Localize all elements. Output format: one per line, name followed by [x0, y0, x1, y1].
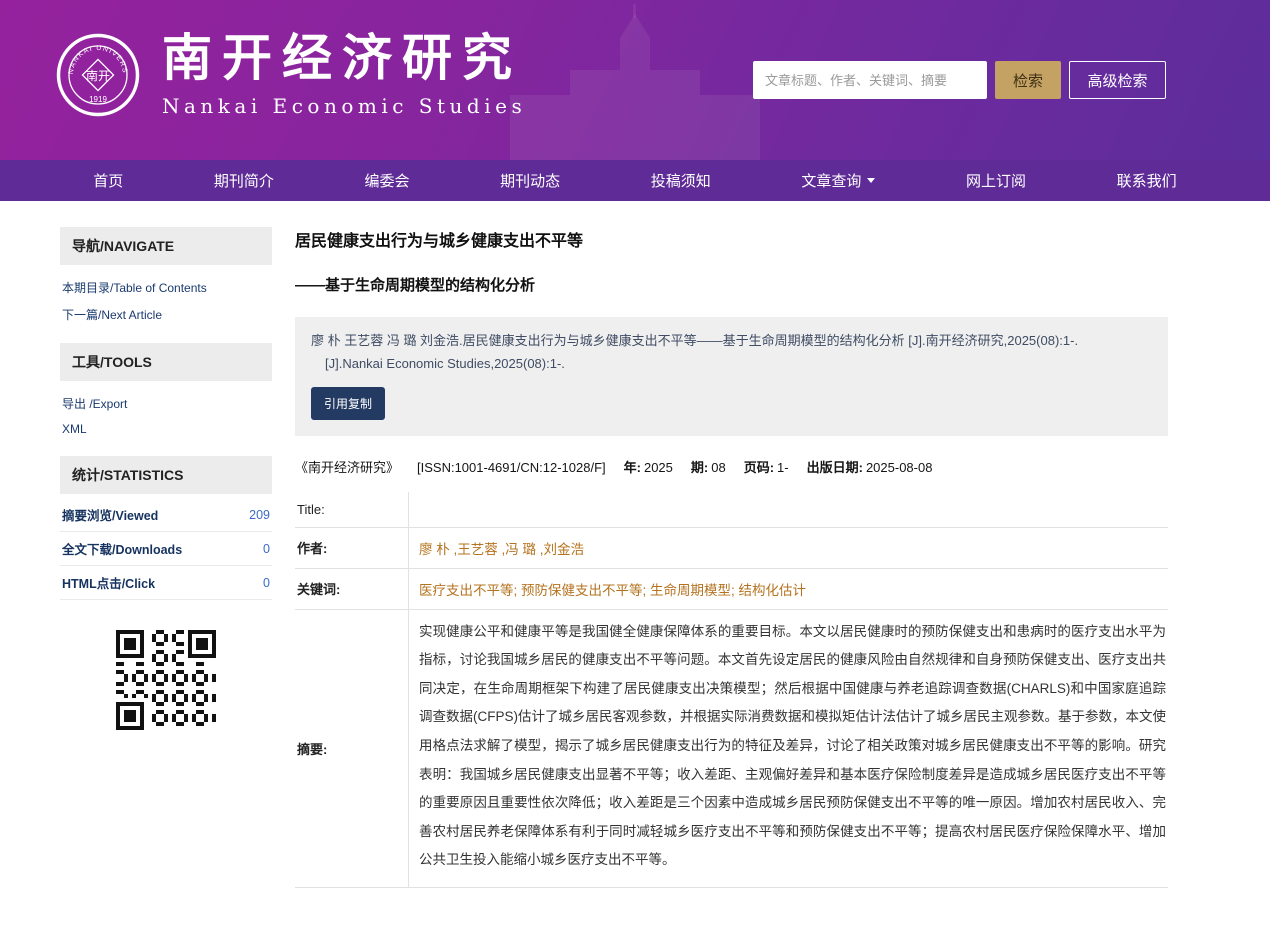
logo-text-block: 南开经济研究 Nankai Economic Studies — [162, 32, 526, 118]
journal-info-bar: 《南开经济研究》 [ISSN:1001-4691/CN:12-1028/F] 年… — [295, 457, 1168, 476]
journal-pages-value: 1- — [777, 460, 789, 475]
sidebar-section-statistics: 统计/STATISTICS 摘要浏览/Viewed 209 全文下载/Downl… — [60, 456, 272, 600]
article-subtitle: ——基于生命周期模型的结构化分析 — [295, 274, 1168, 295]
sidebar-link-xml[interactable]: XML — [62, 417, 270, 441]
field-row-abstract: 摘要: 实现健康公平和健康平等是我国健全健康保障体系的重要目标。本文以居民健康时… — [295, 610, 1168, 888]
copy-citation-button[interactable]: 引用复制 — [311, 387, 385, 420]
nav-label: 首页 — [93, 170, 123, 191]
journal-pages: 页码:1- — [744, 457, 789, 476]
sidebar-heading-statistics: 统计/STATISTICS — [60, 456, 272, 494]
page-content: 导航/NAVIGATE 本期目录/Table of Contents 下一篇/N… — [0, 201, 1270, 928]
journal-pubdate: 出版日期:2025-08-08 — [807, 457, 933, 476]
article-title: 居民健康支出行为与城乡健康支出不平等 — [295, 227, 1168, 251]
sidebar: 导航/NAVIGATE 本期目录/Table of Contents 下一篇/N… — [60, 227, 272, 730]
field-value-keywords[interactable]: 医疗支出不平等; 预防保健支出不平等; 生命周期模型; 结构化估计 — [408, 569, 1168, 609]
field-row-keywords: 关键词: 医疗支出不平等; 预防保健支出不平等; 生命周期模型; 结构化估计 — [295, 569, 1168, 610]
field-value-authors[interactable]: 廖 朴 ,王艺蓉 ,冯 璐 ,刘金浩 — [408, 528, 1168, 568]
field-value-abstract: 实现健康公平和健康平等是我国健全健康保障体系的重要目标。本文以居民健康时的预防保… — [408, 610, 1168, 887]
journal-pages-label: 页码: — [744, 460, 774, 475]
citation-box: 廖 朴 王艺蓉 冯 璐 刘金浩.居民健康支出行为与城乡健康支出不平等——基于生命… — [295, 317, 1168, 436]
sidebar-section-navigate: 导航/NAVIGATE 本期目录/Table of Contents 下一篇/N… — [60, 227, 272, 332]
sidebar-link-export[interactable]: 导出 /Export — [62, 390, 270, 417]
nav-item-home[interactable]: 首页 — [85, 170, 131, 191]
nav-item-journal-news[interactable]: 期刊动态 — [492, 170, 568, 191]
journal-issue-value: 08 — [711, 460, 725, 475]
nav-label: 网上订阅 — [966, 170, 1026, 191]
sidebar-link-next-article[interactable]: 下一篇/Next Article — [62, 301, 270, 328]
nav-label: 编委会 — [365, 170, 410, 191]
stat-label-downloads: 全文下载/Downloads — [62, 539, 182, 558]
nav-label: 文章查询 — [801, 170, 861, 191]
stat-row-viewed: 摘要浏览/Viewed 209 — [60, 498, 272, 532]
nav-item-submission-guide[interactable]: 投稿须知 — [643, 170, 719, 191]
journal-year-label: 年: — [624, 460, 641, 475]
nankai-university-seal-icon: NANKAI UNIVERSITY 南开 1919 — [56, 33, 140, 117]
sidebar-section-tools: 工具/TOOLS 导出 /Export XML — [60, 343, 272, 445]
nav-label: 期刊简介 — [214, 170, 274, 191]
stat-value-downloads: 0 — [263, 542, 270, 556]
journal-year: 年:2025 — [624, 457, 673, 476]
seal-year-text: 1919 — [89, 95, 107, 104]
nav-item-contact-us[interactable]: 联系我们 — [1109, 170, 1185, 191]
sidebar-heading-navigate: 导航/NAVIGATE — [60, 227, 272, 265]
nav-label: 联系我们 — [1117, 170, 1177, 191]
field-label-title: Title: — [295, 492, 408, 527]
nav-label: 投稿须知 — [651, 170, 711, 191]
nav-item-article-search[interactable]: 文章查询 — [793, 170, 883, 191]
article-main: 居民健康支出行为与城乡健康支出不平等 ——基于生命周期模型的结构化分析 廖 朴 … — [295, 227, 1168, 888]
journal-name: 《南开经济研究》 — [295, 457, 399, 476]
stat-row-html-clicks: HTML点击/Click 0 — [60, 566, 272, 600]
sidebar-links: 导出 /Export XML — [60, 381, 272, 445]
nav-item-editorial-board[interactable]: 编委会 — [357, 170, 418, 191]
qr-code — [116, 630, 216, 730]
sidebar-heading-tools: 工具/TOOLS — [60, 343, 272, 381]
journal-pubdate-label: 出版日期: — [807, 460, 863, 475]
statistics-rows: 摘要浏览/Viewed 209 全文下载/Downloads 0 HTML点击/… — [60, 494, 272, 600]
sidebar-link-table-of-contents[interactable]: 本期目录/Table of Contents — [62, 274, 270, 301]
article-fields: Title: 作者: 廖 朴 ,王艺蓉 ,冯 璐 ,刘金浩 关键词: 医疗支出不… — [295, 492, 1168, 888]
journal-pubdate-value: 2025-08-08 — [866, 460, 933, 475]
chevron-down-icon — [867, 178, 875, 183]
advanced-search-button[interactable]: 高级检索 — [1069, 61, 1166, 99]
journal-issue-label: 期: — [691, 460, 708, 475]
stat-row-downloads: 全文下载/Downloads 0 — [60, 532, 272, 566]
field-row-title: Title: — [295, 492, 1168, 528]
field-label-keywords: 关键词: — [295, 569, 408, 609]
stat-value-viewed: 209 — [249, 508, 270, 522]
site-logo[interactable]: NANKAI UNIVERSITY 南开 1919 南开经济研究 Nankai … — [56, 32, 526, 118]
nav-label: 期刊动态 — [500, 170, 560, 191]
journal-year-value: 2025 — [644, 460, 673, 475]
field-label-authors: 作者: — [295, 528, 408, 568]
search-area: 检索 高级检索 — [753, 61, 1166, 99]
search-input[interactable] — [753, 61, 987, 99]
search-button[interactable]: 检索 — [995, 61, 1061, 99]
journal-subtitle-logo: Nankai Economic Studies — [162, 94, 526, 118]
journal-title-logo: 南开经济研究 — [162, 32, 526, 85]
field-label-abstract: 摘要: — [295, 610, 408, 887]
journal-issue: 期:08 — [691, 457, 726, 476]
seal-center-text: 南开 — [86, 68, 110, 83]
citation-line-1: 廖 朴 王艺蓉 冯 璐 刘金浩.居民健康支出行为与城乡健康支出不平等——基于生命… — [311, 330, 1152, 353]
nav-item-online-subscription[interactable]: 网上订阅 — [958, 170, 1034, 191]
field-value-title — [408, 492, 1168, 527]
nav-item-journal-intro[interactable]: 期刊简介 — [206, 170, 282, 191]
field-row-authors: 作者: 廖 朴 ,王艺蓉 ,冯 璐 ,刘金浩 — [295, 528, 1168, 569]
stat-label-viewed: 摘要浏览/Viewed — [62, 505, 158, 524]
journal-issn: [ISSN:1001-4691/CN:12-1028/F] — [417, 460, 606, 475]
stat-value-html-clicks: 0 — [263, 576, 270, 590]
stat-label-html-clicks: HTML点击/Click — [62, 573, 155, 592]
citation-line-2: [J].Nankai Economic Studies,2025(08):1-. — [311, 353, 1152, 376]
sidebar-links: 本期目录/Table of Contents 下一篇/Next Article — [60, 265, 272, 332]
main-nav: 首页 期刊简介 编委会 期刊动态 投稿须知 文章查询 网上订阅 联系我们 — [0, 160, 1270, 201]
site-header: NANKAI UNIVERSITY 南开 1919 南开经济研究 Nankai … — [0, 0, 1270, 160]
